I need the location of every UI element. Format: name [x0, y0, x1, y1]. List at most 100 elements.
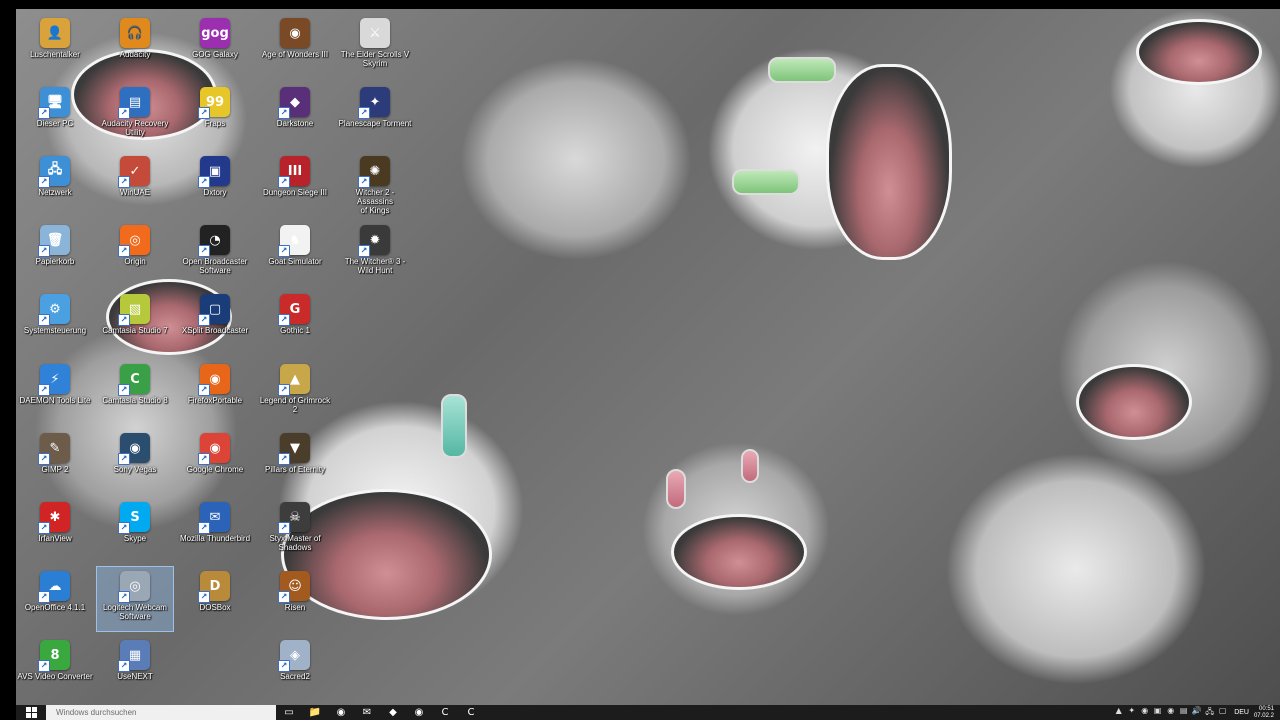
- desktop-icon[interactable]: ✎ ↗ GIMP 2: [16, 428, 94, 494]
- desktop-icon[interactable]: ◈ ↗ Sacred2: [256, 635, 334, 701]
- app-icon: ▣ ↗: [198, 156, 230, 188]
- firefox-icon[interactable]: ◉: [328, 705, 354, 720]
- clock[interactable]: 00:51 07.02.2: [1254, 706, 1280, 720]
- app-icon: 👤: [40, 18, 70, 48]
- camtasia-icon[interactable]: C: [432, 705, 458, 720]
- desktop-icon[interactable]: ▣ ↗ Dxtory: [176, 151, 254, 217]
- desktop-icon[interactable]: ✱ ↗ IrfanView: [16, 497, 94, 563]
- desktop-icon[interactable]: 👤 Luschentalker: [16, 13, 94, 79]
- shortcut-arrow-icon: ↗: [198, 107, 210, 119]
- desktop-icon[interactable]: ◉ ↗ Google Chrome: [176, 428, 254, 494]
- app-icon: ⚡ ↗: [38, 364, 70, 396]
- desktop-icon[interactable]: ☁ ↗ OpenOffice 4.1.1: [16, 566, 94, 632]
- desktop-icon[interactable]: ▼ ↗ Pillars of Eternity: [256, 428, 334, 494]
- desktop-icon[interactable]: ◎ ↗ Origin: [96, 220, 174, 286]
- desktop-icon[interactable]: ▢ ↗ XSplit Broadcaster: [176, 289, 254, 355]
- desktop-icon[interactable]: 🎧 Audacity: [96, 13, 174, 79]
- desktop-icon-label: Netzwerk: [38, 188, 72, 197]
- desktop-icon[interactable]: ▧ ↗ Camtasia Studio 7: [96, 289, 174, 355]
- camtasia-recorder-icon[interactable]: C: [458, 705, 484, 720]
- desktop-icon-label: Pillars of Eternity: [264, 465, 326, 474]
- app-icon-glyph: ▼: [290, 440, 300, 456]
- desktop-icon[interactable]: ✹ ↗ The Witcher® 3 - Wild Hunt: [336, 220, 414, 286]
- desktop-icon[interactable]: ▲ ↗ Legend of Grimrock 2: [256, 359, 334, 425]
- app-icon: 🖧 ↗: [38, 156, 70, 188]
- desktop-icon[interactable]: ◆ ↗ Darkstone: [256, 82, 334, 148]
- shortcut-arrow-icon: ↗: [278, 314, 290, 326]
- desktop-icon[interactable]: 8 ↗ AVS Video Converter: [16, 635, 94, 701]
- app-icon: ▧ ↗: [118, 294, 150, 326]
- desktop-icon-label: Fraps: [204, 119, 226, 128]
- app-icon: ✺ ↗: [358, 156, 390, 188]
- app-icon-glyph: 👤: [46, 25, 64, 41]
- shortcut-arrow-icon: ↗: [118, 522, 130, 534]
- desktop-icon[interactable]: ▦ ↗ UseNEXT: [96, 635, 174, 701]
- desktop-icon[interactable]: S ↗ Skype: [96, 497, 174, 563]
- thunderbird-icon[interactable]: ✉: [354, 705, 380, 720]
- desktop-icon[interactable]: ◉ ↗ FirefoxPortable: [176, 359, 254, 425]
- desktop-icon[interactable]: ◉ ↗ Sony Vegas: [96, 428, 174, 494]
- desktop-icon[interactable]: gog GOG Galaxy: [176, 13, 254, 79]
- tray-icon[interactable]: ▣: [1151, 706, 1164, 720]
- desktop-icon[interactable]: ◎ ↗ Logitech Webcam Software: [96, 566, 174, 632]
- desktop-icon[interactable]: ◔ ↗ Open Broadcaster Software: [176, 220, 254, 286]
- tray-icon[interactable]: 🖧: [1203, 706, 1216, 720]
- shortcut-arrow-icon: ↗: [198, 453, 210, 465]
- desktop-icon[interactable]: ◉ Age of Wonders III: [256, 13, 334, 79]
- desktop-icon[interactable]: ⚡ ↗ DAEMON Tools Lite: [16, 359, 94, 425]
- desktop-icon[interactable]: ▤ ↗ Audacity Recovery Utility: [96, 82, 174, 148]
- tray-icon[interactable]: ▲: [1112, 706, 1125, 720]
- start-button[interactable]: [16, 705, 46, 720]
- desktop-icon[interactable]: ⚙ ↗ Systemsteuerung: [16, 289, 94, 355]
- wallpaper-shape: [732, 169, 800, 195]
- app-icon-glyph: ✱: [49, 509, 61, 525]
- desktop-icon[interactable]: ✉ ↗ Mozilla Thunderbird: [176, 497, 254, 563]
- tray-icon[interactable]: ▢: [1216, 706, 1229, 720]
- desktop-icon[interactable]: 🖧 ↗ Netzwerk: [16, 151, 94, 217]
- shortcut-arrow-icon: ↗: [118, 176, 130, 188]
- desktop-icon[interactable]: III ↗ Dungeon Siege III: [256, 151, 334, 217]
- tray-icon[interactable]: 🔊: [1190, 706, 1203, 720]
- search-input[interactable]: Windows durchsuchen: [46, 705, 276, 720]
- desktop-icon-label: Logitech Webcam Software: [103, 603, 167, 621]
- app-icon-glyph: ◉: [209, 371, 221, 387]
- app-icon[interactable]: ◆: [380, 705, 406, 720]
- desktop-icon-label: GOG Galaxy: [192, 50, 238, 59]
- desktop-icon-label: Systemsteuerung: [23, 326, 87, 335]
- desktop-icon[interactable]: D ↗ DOSBox: [176, 566, 254, 632]
- desktop-icon-label: The Elder Scrolls V Skyrim: [340, 50, 410, 68]
- desktop-icon[interactable]: ✺ ↗ Witcher 2 - Assassins of Kings: [336, 151, 414, 217]
- shortcut-arrow-icon: ↗: [38, 453, 50, 465]
- desktop-icon[interactable]: 99 ↗ Fraps: [176, 82, 254, 148]
- desktop-icon[interactable]: C ↗ Camtasia Studio 8: [96, 359, 174, 425]
- shortcut-arrow-icon: ↗: [278, 522, 290, 534]
- desktop-icon[interactable]: ♞ ↗ Goat Simulator: [256, 220, 334, 286]
- app-icon-glyph: ◉: [209, 440, 221, 456]
- desktop-icon[interactable]: 🗑 ↗ Papierkorb: [16, 220, 94, 286]
- language-indicator[interactable]: DEU: [1229, 709, 1254, 716]
- steam-icon[interactable]: ◉: [406, 705, 432, 720]
- app-icon: ◉: [280, 18, 310, 48]
- file-explorer-icon[interactable]: 📁: [302, 705, 328, 720]
- shortcut-arrow-icon: ↗: [118, 314, 130, 326]
- desktop-icon[interactable]: 🖥 ↗ Dieser PC: [16, 82, 94, 148]
- desktop-icon[interactable]: ✦ ↗ Planescape Torment: [336, 82, 414, 148]
- desktop-icon[interactable]: ✓ ↗ WinUAE: [96, 151, 174, 217]
- tray-icon[interactable]: ◉: [1164, 706, 1177, 720]
- app-icon: S ↗: [118, 502, 150, 534]
- app-icon: ◈ ↗: [278, 640, 310, 672]
- desktop-icon[interactable]: ☺ ↗ Risen: [256, 566, 334, 632]
- desktop-icon[interactable]: G ↗ Gothic 1: [256, 289, 334, 355]
- desktop-icon-label: Goat Simulator: [268, 257, 322, 266]
- desktop-icon-label: Sacred2: [280, 672, 310, 681]
- desktop-icon[interactable]: ☠ ↗ Styx Master of Shadows: [256, 497, 334, 563]
- tray-icon[interactable]: ▤: [1177, 706, 1190, 720]
- app-icon: 🎧: [120, 18, 150, 48]
- desktop-icon[interactable]: ⚔ The Elder Scrolls V Skyrim: [336, 13, 414, 79]
- tray-icon[interactable]: ✦: [1125, 706, 1138, 720]
- app-icon-glyph: ☠: [289, 509, 301, 525]
- task-view-icon[interactable]: ▭: [276, 705, 302, 720]
- app-icon: ⚙ ↗: [38, 294, 70, 326]
- tray-icon[interactable]: ◉: [1138, 706, 1151, 720]
- wallpaper-shape: [826, 64, 952, 260]
